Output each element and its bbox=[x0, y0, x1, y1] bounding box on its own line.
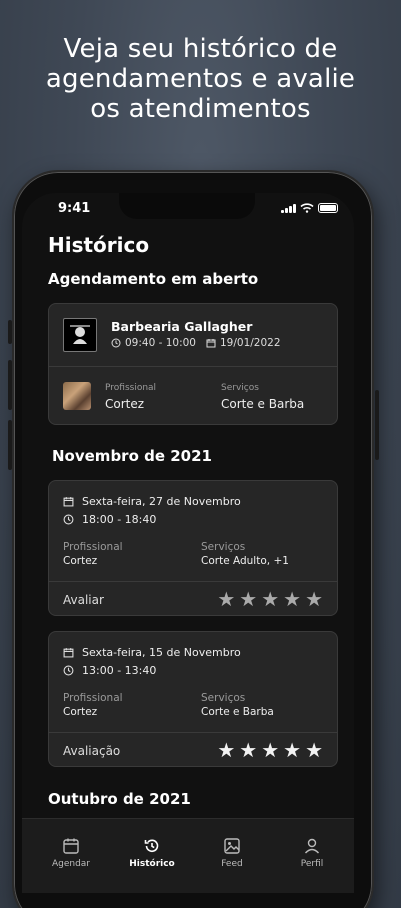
star-icon[interactable]: ★ bbox=[217, 740, 235, 760]
services-value: Corte e Barba bbox=[201, 706, 274, 718]
battery-icon bbox=[318, 203, 338, 213]
month-heading-october: Outubro de 2021 bbox=[48, 790, 191, 808]
open-appointment-card[interactable]: Barbearia Gallagher 09:40 - 10:00 19/01/… bbox=[48, 303, 338, 425]
services-value: Corte e Barba bbox=[221, 397, 305, 411]
history-time: 18:00 - 18:40 bbox=[82, 513, 157, 526]
headline-line-2: agendamentos e avalie bbox=[45, 64, 356, 94]
history-card[interactable]: Sexta-feira, 27 de Novembro 18:00 - 18:4… bbox=[48, 480, 338, 616]
open-section-title: Agendamento em aberto bbox=[48, 270, 259, 288]
card-divider bbox=[49, 366, 337, 367]
clock-icon bbox=[111, 338, 121, 348]
wifi-icon bbox=[300, 203, 314, 213]
professional-label: Profissional bbox=[63, 692, 123, 704]
calendar-icon bbox=[63, 838, 79, 854]
card-divider bbox=[49, 581, 337, 582]
rating-stars[interactable]: ★ ★ ★ ★ ★ bbox=[217, 740, 323, 760]
image-icon bbox=[224, 838, 240, 854]
professional-value: Cortez bbox=[63, 706, 98, 718]
star-icon[interactable]: ★ bbox=[283, 740, 301, 760]
volume-up-button bbox=[8, 360, 12, 410]
professional-avatar bbox=[63, 382, 91, 410]
history-card[interactable]: Sexta-feira, 15 de Novembro 13:00 - 13:4… bbox=[48, 631, 338, 767]
appointment-time: 09:40 - 10:00 bbox=[125, 337, 196, 349]
professional-label: Profissional bbox=[63, 541, 123, 553]
star-icon[interactable]: ★ bbox=[217, 589, 235, 609]
star-icon[interactable]: ★ bbox=[305, 589, 323, 609]
notch bbox=[119, 193, 255, 219]
tab-feed[interactable]: Feed bbox=[202, 837, 262, 869]
services-label: Serviços bbox=[221, 383, 259, 393]
tab-label: Histórico bbox=[129, 859, 175, 869]
month-heading-november: Novembro de 2021 bbox=[52, 447, 212, 465]
appointment-date: 19/01/2022 bbox=[219, 337, 281, 349]
tab-label: Perfil bbox=[300, 859, 324, 869]
signal-icon bbox=[281, 203, 296, 213]
history-date: Sexta-feira, 27 de Novembro bbox=[82, 495, 241, 508]
professional-label: Profissional bbox=[105, 383, 157, 393]
page-title: Histórico bbox=[48, 233, 150, 257]
calendar-icon bbox=[206, 339, 216, 348]
history-icon bbox=[144, 839, 159, 853]
appointment-meta: 09:40 - 10:00 19/01/2022 bbox=[111, 337, 281, 349]
rate-label: Avaliar bbox=[63, 593, 104, 607]
card-divider bbox=[49, 732, 337, 733]
app-screen: 9:41 Histórico Agendamento em aberto Bar… bbox=[22, 193, 354, 893]
star-icon[interactable]: ★ bbox=[305, 740, 323, 760]
tab-label: Feed bbox=[221, 859, 243, 869]
star-icon[interactable]: ★ bbox=[283, 589, 301, 609]
mute-switch bbox=[8, 320, 12, 344]
star-icon[interactable]: ★ bbox=[239, 589, 257, 609]
headline-line-3: os atendimentos bbox=[90, 94, 311, 124]
rating-stars[interactable]: ★ ★ ★ ★ ★ bbox=[217, 589, 323, 609]
calendar-icon bbox=[63, 497, 74, 507]
bottom-tab-bar: Agendar Histórico Feed Perfil bbox=[22, 818, 354, 893]
volume-down-button bbox=[8, 420, 12, 470]
promo-headline: Veja seu histórico de agendamentos e ava… bbox=[0, 34, 401, 124]
clock-icon bbox=[63, 514, 74, 525]
shop-name: Barbearia Gallagher bbox=[111, 319, 253, 334]
headline-line-1: Veja seu histórico de bbox=[63, 34, 338, 64]
clock-icon bbox=[63, 665, 74, 676]
tab-agendar[interactable]: Agendar bbox=[41, 837, 101, 869]
star-icon[interactable]: ★ bbox=[261, 589, 279, 609]
tab-perfil[interactable]: Perfil bbox=[282, 837, 342, 869]
services-label: Serviços bbox=[201, 692, 246, 704]
status-time: 9:41 bbox=[58, 201, 91, 216]
star-icon[interactable]: ★ bbox=[239, 740, 257, 760]
services-label: Serviços bbox=[201, 541, 246, 553]
status-icons bbox=[281, 203, 338, 213]
calendar-icon bbox=[63, 648, 74, 658]
professional-value: Cortez bbox=[63, 555, 98, 567]
user-icon bbox=[304, 838, 320, 854]
services-value: Corte Adulto, +1 bbox=[201, 555, 289, 567]
barbershop-logo bbox=[63, 318, 97, 352]
tab-label: Agendar bbox=[51, 859, 91, 869]
tab-historico[interactable]: Histórico bbox=[122, 837, 182, 869]
star-icon[interactable]: ★ bbox=[261, 740, 279, 760]
professional-value: Cortez bbox=[105, 397, 145, 411]
power-button bbox=[375, 390, 379, 460]
rating-label: Avaliação bbox=[63, 744, 121, 758]
history-date: Sexta-feira, 15 de Novembro bbox=[82, 646, 241, 659]
history-time: 13:00 - 13:40 bbox=[82, 664, 157, 677]
